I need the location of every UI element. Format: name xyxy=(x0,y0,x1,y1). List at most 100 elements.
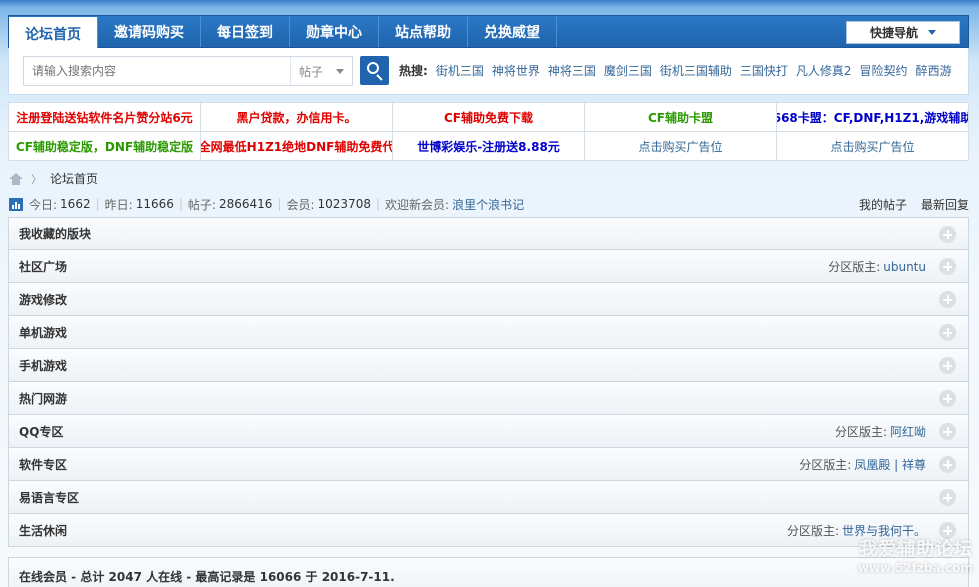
search-button[interactable] xyxy=(360,56,389,85)
moderator-link[interactable]: 世界与我何干。 xyxy=(842,522,926,539)
ad-link[interactable]: 668卡盟：CF,DNF,H1Z1,游戏辅助 xyxy=(777,103,969,132)
forum-section[interactable]: 我收藏的版块 xyxy=(8,217,969,250)
expand-icon[interactable] xyxy=(939,226,956,243)
expand-icon[interactable] xyxy=(939,522,956,539)
latest-reply-link[interactable]: 最新回复 xyxy=(921,196,969,213)
section-title[interactable]: 软件专区 xyxy=(19,456,67,473)
nav-tab-daily-checkin[interactable]: 每日签到 xyxy=(201,16,290,47)
nav-tab-medal-center[interactable]: 勋章中心 xyxy=(290,16,379,47)
home-icon[interactable] xyxy=(9,172,23,185)
hot-search-link[interactable]: 冒险契约 xyxy=(860,62,908,79)
ad-link[interactable]: CF辅助稳定版，DNF辅助稳定版 xyxy=(9,132,201,161)
moderator-label: 分区版主: xyxy=(799,458,852,472)
expand-icon[interactable] xyxy=(939,423,956,440)
main-nav: 论坛首页 邀请码购买 每日签到 勋章中心 站点帮助 兑换威望 快捷导航 xyxy=(8,15,969,50)
stat-today-value: 1662 xyxy=(60,197,91,211)
moderator-label: 分区版主: xyxy=(786,524,839,538)
section-title[interactable]: 单机游戏 xyxy=(19,324,67,341)
forum-section[interactable]: 软件专区 分区版主: 凤凰殿 | 祥尊 xyxy=(8,448,969,481)
stat-members-value: 1023708 xyxy=(317,197,371,211)
moderator-link[interactable]: ubuntu xyxy=(883,260,926,274)
watermark-title: 我爱辅助论坛 xyxy=(859,539,973,560)
nav-tab-site-help[interactable]: 站点帮助 xyxy=(379,16,468,47)
stat-posts-value: 2866416 xyxy=(218,197,273,211)
online-members-text: 在线会员 - 总计 2047 人在线 - 最高记录是 16066 于 2016-… xyxy=(19,570,395,584)
stat-yesterday-label: 昨日: xyxy=(104,197,133,212)
ad-link[interactable]: 全网最低H1Z1绝地DNF辅助免费代 xyxy=(201,132,393,161)
section-title[interactable]: 社区广场 xyxy=(19,258,67,275)
ad-link[interactable]: CF辅助卡盟 xyxy=(585,103,777,132)
section-title[interactable]: 游戏修改 xyxy=(19,291,67,308)
ad-link[interactable]: 黑户贷款，办信用卡。 xyxy=(201,103,393,132)
new-member-link[interactable]: 浪里个浪书记 xyxy=(452,196,524,213)
bar-chart-icon xyxy=(9,197,23,211)
stat-yesterday-value: 11666 xyxy=(135,197,174,211)
hot-search-label: 热搜: xyxy=(399,64,428,78)
hot-search-link[interactable]: 街机三国辅助 xyxy=(660,62,732,79)
search-box: 帖子 xyxy=(23,56,353,86)
section-title[interactable]: QQ专区 xyxy=(19,423,63,440)
search-bar: 帖子 热搜: 街机三国 神将世界 神将三国 魔剑三国 街机三国辅助 三国快打 凡… xyxy=(8,48,969,95)
moderator-label: 分区版主: xyxy=(834,425,887,439)
ad-link[interactable]: 世博彩娱乐-注册送8.88元 xyxy=(393,132,585,161)
hot-search-link[interactable]: 凡人修真2 xyxy=(796,62,852,79)
buy-ad-link[interactable]: 点击购买广告位 xyxy=(585,132,777,161)
search-type-label: 帖子 xyxy=(299,64,324,79)
hot-search-link[interactable]: 魔剑三国 xyxy=(604,62,652,79)
nav-tab-exchange-prestige[interactable]: 兑换威望 xyxy=(468,16,557,47)
expand-icon[interactable] xyxy=(939,390,956,407)
ad-grid: 注册登陆送钻软件名片赞分站6元 黑户贷款，办信用卡。 CF辅助免费下载 CF辅助… xyxy=(8,102,969,161)
hot-search-link[interactable]: 街机三国 xyxy=(436,62,484,79)
forum-section[interactable]: 生活休闲 分区版主: 世界与我何干。 xyxy=(8,514,969,547)
section-title[interactable]: 热门网游 xyxy=(19,390,67,407)
section-title[interactable]: 易语言专区 xyxy=(19,489,79,506)
quick-nav-button[interactable]: 快捷导航 xyxy=(846,21,960,44)
section-moderator: 分区版主: 凤凰殿 | 祥尊 xyxy=(799,448,926,481)
hot-search-link[interactable]: 三国快打 xyxy=(740,62,788,79)
watermark-url: www.52fzba.com xyxy=(857,561,973,575)
breadcrumb-current[interactable]: 论坛首页 xyxy=(50,170,98,187)
ad-link[interactable]: CF辅助免费下载 xyxy=(393,103,585,132)
expand-icon[interactable] xyxy=(939,324,956,341)
chevron-down-icon xyxy=(928,30,936,35)
ad-link[interactable]: 注册登陆送钻软件名片赞分站6元 xyxy=(9,103,201,132)
expand-icon[interactable] xyxy=(939,489,956,506)
forum-section[interactable]: QQ专区 分区版主: 阿红呦 xyxy=(8,415,969,448)
site-watermark: 我爱辅助论坛 www.52fzba.com xyxy=(853,540,973,582)
forum-section[interactable]: 手机游戏 xyxy=(8,349,969,382)
quick-nav-label: 快捷导航 xyxy=(869,26,918,40)
section-title[interactable]: 手机游戏 xyxy=(19,357,67,374)
forum-section[interactable]: 游戏修改 xyxy=(8,283,969,316)
hot-search-link[interactable]: 醉西游 xyxy=(916,62,952,79)
moderator-label: 分区版主: xyxy=(828,260,881,274)
forum-stats: 今日: 1662 | 昨日: 11666 | 帖子: 2866416 | 会员:… xyxy=(9,195,969,213)
expand-icon[interactable] xyxy=(939,258,956,275)
forum-section[interactable]: 社区广场 分区版主: ubuntu xyxy=(8,250,969,283)
moderator-link[interactable]: 凤凰殿 | 祥尊 xyxy=(854,456,926,473)
nav-tab-forum-home[interactable]: 论坛首页 xyxy=(9,17,98,50)
stat-members-label: 会员: xyxy=(286,197,315,212)
breadcrumb: 〉 论坛首页 xyxy=(9,170,98,187)
chevron-down-icon xyxy=(336,68,344,74)
forum-section-list: 我收藏的版块 社区广场 分区版主: ubuntu 游戏修改 单机游戏 手机游戏 … xyxy=(8,217,969,547)
buy-ad-link[interactable]: 点击购买广告位 xyxy=(777,132,969,161)
online-members-box: 在线会员 - 总计 2047 人在线 - 最高记录是 16066 于 2016-… xyxy=(8,557,969,587)
forum-section[interactable]: 易语言专区 xyxy=(8,481,969,514)
expand-icon[interactable] xyxy=(939,291,956,308)
my-posts-link[interactable]: 我的帖子 xyxy=(859,196,907,213)
search-type-select[interactable]: 帖子 xyxy=(290,57,352,85)
section-moderator: 分区版主: ubuntu xyxy=(828,250,926,283)
expand-icon[interactable] xyxy=(939,357,956,374)
breadcrumb-separator: 〉 xyxy=(31,172,42,186)
moderator-link[interactable]: 阿红呦 xyxy=(890,423,926,440)
hot-search-link[interactable]: 神将世界 xyxy=(492,62,540,79)
forum-section[interactable]: 单机游戏 xyxy=(8,316,969,349)
section-title[interactable]: 生活休闲 xyxy=(19,522,67,539)
nav-tab-invite-code[interactable]: 邀请码购买 xyxy=(98,16,201,47)
forum-section[interactable]: 热门网游 xyxy=(8,382,969,415)
new-member-label: 欢迎新会员: xyxy=(385,197,450,212)
expand-icon[interactable] xyxy=(939,456,956,473)
section-title[interactable]: 我收藏的版块 xyxy=(19,225,91,242)
hot-search-link[interactable]: 神将三国 xyxy=(548,62,596,79)
search-input[interactable] xyxy=(24,57,290,85)
